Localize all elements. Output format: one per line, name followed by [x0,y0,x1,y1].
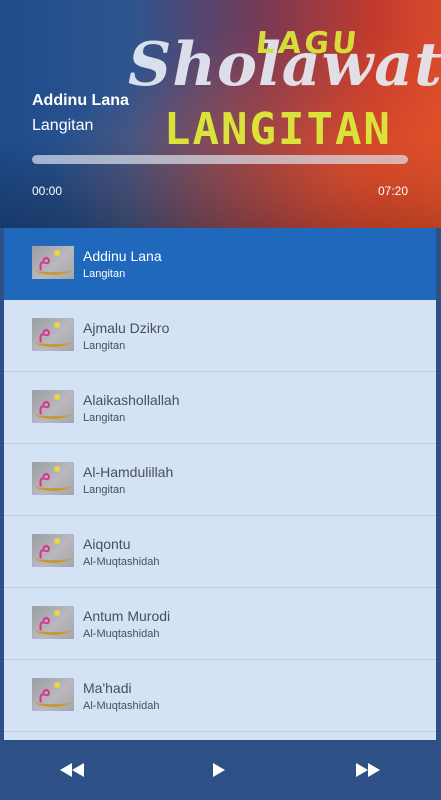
track-thumbnail: م [32,678,74,711]
playlist: م Addinu Lana Langitan م Ajmalu Dzikro L… [4,228,436,740]
track-title: Alaikashollallah [83,392,180,408]
playlist-item[interactable]: م Addinu Lana Langitan [4,228,436,300]
track-title: Ma'hadi [83,680,132,696]
track-thumbnail: م [32,390,74,423]
fast-forward-icon [356,763,380,777]
playlist-item[interactable]: م Aiqontu Al-Muqtashidah [4,516,436,588]
track-title: Ajmalu Dzikro [83,320,170,336]
playlist-item[interactable]: م Alaikashollallah Langitan [4,372,436,444]
track-artist: Al-Muqtashidah [83,628,160,640]
elapsed-time: 00:00 [32,184,63,198]
track-artist: Langitan [83,268,126,280]
next-button[interactable] [355,762,381,778]
play-button[interactable] [213,762,225,778]
play-icon [213,763,225,777]
track-title: Aiqontu [83,536,131,552]
total-duration: 07:20 [377,184,408,198]
track-artist: Al-Muqtashidah [83,556,160,568]
track-artist: Al-Muqtashidah [83,700,160,712]
now-playing-artist: Langitan [32,117,94,134]
now-playing-title: Addinu Lana [32,92,129,109]
playlist-item[interactable]: م Al-Hamdulillah Langitan [4,444,436,516]
track-title: Al-Hamdulillah [83,464,174,480]
track-artist: Langitan [83,412,126,424]
rewind-icon [60,763,84,777]
track-title: Addinu Lana [83,248,162,264]
album-art-lagu-text: LAGU [254,26,362,61]
playlist-item[interactable]: م Antum Murodi Al-Muqtashidah [4,588,436,660]
track-title: Antum Murodi [83,608,171,624]
track-thumbnail: م [32,462,74,495]
track-thumbnail: م [32,246,74,279]
track-thumbnail: م [32,534,74,567]
track-artist: Langitan [83,484,126,496]
track-thumbnail: م [32,318,74,351]
playlist-item[interactable]: م Ajmalu Dzikro Langitan [4,300,436,372]
track-artist: Langitan [83,340,126,352]
music-player-app: Sholawat LAGU LANGITAN Addinu Lana Langi… [0,0,441,800]
playback-controls [0,740,441,800]
album-art-langitan-text: LANGITAN [164,104,392,155]
now-playing-header: Sholawat LAGU LANGITAN Addinu Lana Langi… [0,0,441,228]
previous-button[interactable] [59,762,85,778]
playlist-item[interactable]: م Ma'hadi Al-Muqtashidah [4,660,436,732]
seek-bar[interactable] [32,155,408,164]
track-thumbnail: م [32,606,74,639]
